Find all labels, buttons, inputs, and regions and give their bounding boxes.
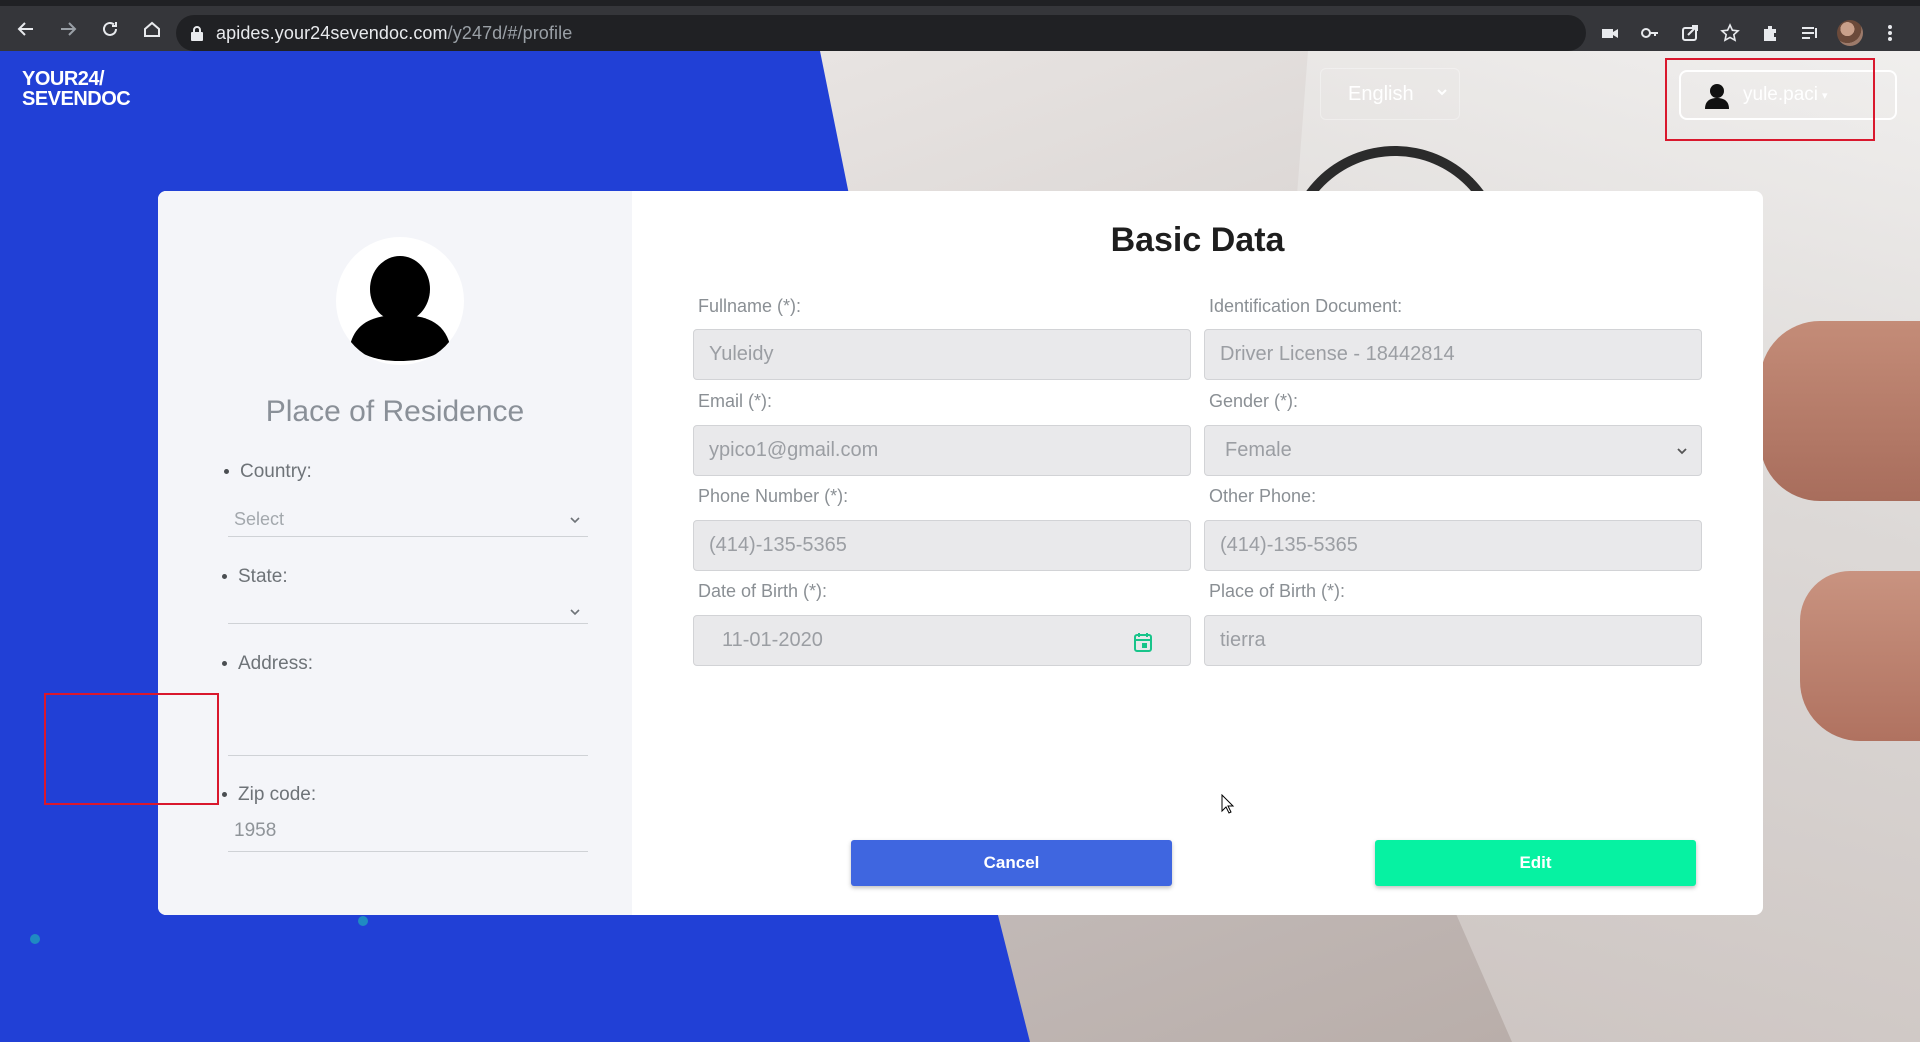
calendar-icon[interactable]: [1134, 632, 1152, 652]
chevron-down-icon: [1437, 89, 1447, 96]
mouse-cursor-icon: [1221, 794, 1235, 814]
state-label: State:: [238, 566, 288, 587]
zip-value: 1958: [234, 820, 277, 841]
residence-panel: Place of Residence Country: Select State…: [158, 191, 632, 915]
dob-field[interactable]: 11-01-2020: [693, 615, 1191, 666]
id-document-value: Driver License - 18442814: [1220, 343, 1455, 365]
basic-data-panel: Basic Data Fullname (*): Yuleidy Identif…: [632, 191, 1763, 915]
language-select[interactable]: English: [1320, 68, 1460, 120]
user-silhouette-icon: [350, 256, 450, 361]
star-icon[interactable]: [1710, 16, 1750, 50]
phone-field[interactable]: (414)-135-5365: [693, 520, 1191, 571]
logo-line2: SEVENDOC: [22, 88, 131, 110]
pob-label: Place of Birth (*):: [1209, 581, 1346, 601]
chevron-down-icon: [1677, 448, 1687, 455]
country-value: Select: [234, 509, 285, 529]
url-path: /y247d/#/profile: [447, 22, 573, 43]
gender-value: Female: [1225, 439, 1292, 461]
forward-icon[interactable]: [48, 9, 88, 49]
logo-line1: YOUR24/: [22, 68, 105, 90]
reload-icon[interactable]: [90, 9, 130, 49]
language-value: English: [1348, 82, 1414, 105]
phone-value: (414)-135-5365: [709, 534, 847, 556]
camera-icon[interactable]: [1590, 16, 1630, 50]
cancel-button[interactable]: Cancel: [851, 840, 1172, 886]
bullet: [222, 792, 227, 797]
edit-button[interactable]: Edit: [1375, 840, 1696, 886]
bullet: [224, 469, 229, 474]
lock-icon: [191, 26, 203, 41]
highlight-box-zip: [44, 693, 219, 805]
more-menu-icon[interactable]: [1870, 16, 1910, 50]
address-item: Address:: [222, 653, 313, 675]
gender-label: Gender (*):: [1209, 391, 1299, 411]
share-icon[interactable]: [1670, 16, 1710, 50]
state-item: State:: [222, 566, 288, 588]
bullet: [222, 574, 227, 579]
fullname-value: Yuleidy: [709, 343, 774, 365]
other-phone-value: (414)-135-5365: [1220, 534, 1358, 556]
decorative-dot: [358, 916, 368, 926]
id-document-label: Identification Document:: [1209, 296, 1403, 316]
chevron-down-icon: [570, 609, 580, 616]
other-phone-field[interactable]: (414)-135-5365: [1204, 520, 1702, 571]
email-field[interactable]: ypico1@gmail.com: [693, 425, 1191, 476]
fullname-field[interactable]: Yuleidy: [693, 329, 1191, 380]
browser-profile-avatar[interactable]: [1830, 16, 1870, 50]
media-icon[interactable]: [1790, 16, 1830, 50]
key-icon[interactable]: [1630, 16, 1670, 50]
fullname-label: Fullname (*):: [698, 296, 802, 316]
profile-card: Place of Residence Country: Select State…: [158, 191, 1763, 915]
country-label: Country:: [240, 461, 312, 482]
country-item: Country:: [224, 461, 312, 483]
pob-field[interactable]: tierra: [1204, 615, 1702, 666]
dob-label: Date of Birth (*):: [698, 581, 828, 601]
dob-value: 11-01-2020: [722, 629, 823, 651]
address-label: Address:: [238, 653, 313, 674]
pob-value: tierra: [1220, 629, 1266, 651]
country-select[interactable]: Select: [228, 501, 588, 537]
extensions-icon[interactable]: [1750, 16, 1790, 50]
address-input[interactable]: [228, 681, 588, 756]
email-value: ypico1@gmail.com: [709, 439, 879, 461]
logo[interactable]: YOUR24/ SEVENDOC: [22, 69, 142, 113]
basic-data-title: Basic Data: [1110, 221, 1285, 259]
browser-toolbar: apides.your24sevendoc.com/y247d/#/profil…: [0, 0, 1920, 51]
back-icon[interactable]: [6, 9, 46, 49]
gender-select[interactable]: Female: [1204, 425, 1702, 476]
home-icon[interactable]: [132, 9, 172, 49]
background-hand: [1800, 571, 1920, 741]
zip-item: Zip code:: [222, 784, 317, 806]
chevron-down-icon: [570, 517, 580, 524]
address-bar[interactable]: apides.your24sevendoc.com/y247d/#/profil…: [176, 15, 1586, 51]
zip-input[interactable]: 1958: [228, 816, 588, 852]
browser-extensions: [1590, 16, 1910, 50]
url-domain: apides.your24sevendoc.com: [216, 22, 448, 43]
phone-label: Phone Number (*):: [698, 486, 849, 506]
id-document-field[interactable]: Driver License - 18442814: [1204, 329, 1702, 380]
other-phone-label: Other Phone:: [1209, 486, 1317, 506]
page: YOUR24/ SEVENDOC English yule.paci ▾ Pla…: [0, 51, 1920, 1042]
email-label: Email (*):: [698, 391, 773, 411]
state-select[interactable]: [228, 587, 588, 624]
decorative-dot: [30, 934, 40, 944]
zip-label: Zip code:: [238, 784, 317, 805]
profile-avatar: [336, 237, 464, 365]
highlight-box-user: [1665, 58, 1875, 141]
url-text: apides.your24sevendoc.com/y247d/#/profil…: [216, 23, 572, 44]
background-arm: [1760, 321, 1920, 501]
bullet: [222, 661, 227, 666]
residence-title: Place of Residence: [265, 395, 525, 428]
